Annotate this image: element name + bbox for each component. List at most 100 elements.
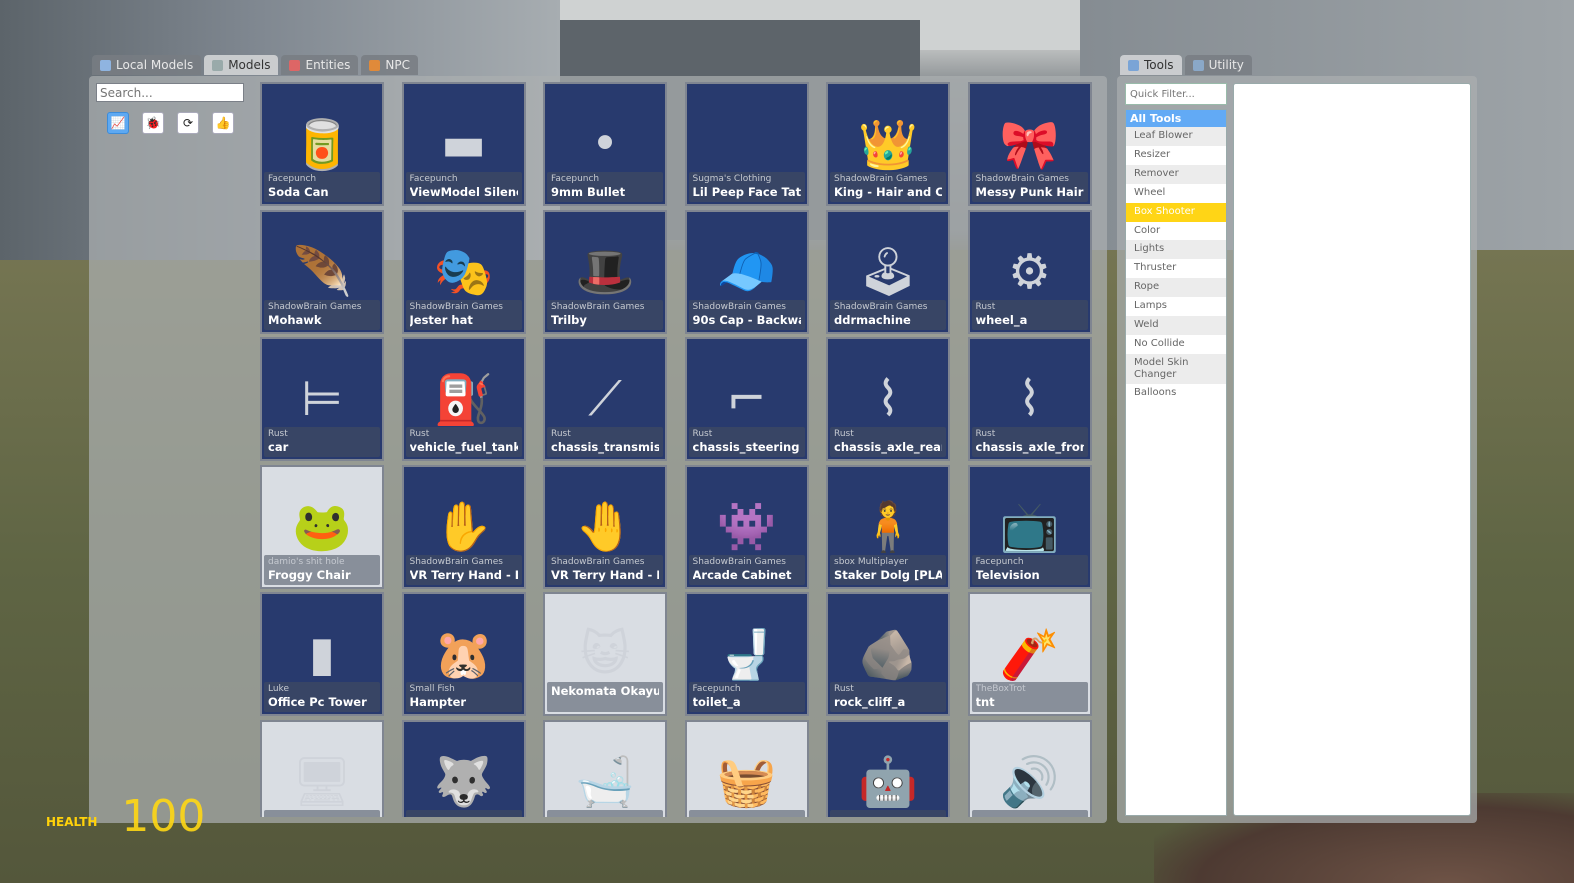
bug-filter-button[interactable]: 🐞 (142, 112, 164, 134)
tab-npc[interactable]: NPC (361, 55, 418, 75)
model-author: ShadowBrain Games (409, 301, 503, 312)
model-name: Trilby (551, 312, 587, 327)
model-tile[interactable]: 🛁 (543, 719, 667, 817)
model-tile[interactable]: 🪨 Rust rock_cliff_a (826, 592, 950, 716)
tool-item[interactable]: Box Shooter (1126, 202, 1226, 222)
model-name: tnt (975, 695, 995, 709)
tab-local-models[interactable]: Local Models (92, 55, 202, 75)
model-author: Facepunch (268, 174, 317, 184)
model-thumbnail-glyph: 🥫 (292, 116, 352, 173)
model-tile[interactable]: Sugma's ClothingLil Peep Face Tattoo (684, 82, 809, 206)
model-tile[interactable]: 🎀 ShadowBrain Games Messy Punk Hair (967, 82, 1092, 206)
model-caption: Rust rock_cliff_a (830, 682, 946, 712)
refresh-icon: ⟳ (182, 116, 194, 130)
model-thumbnail-glyph: 🖥 (291, 754, 353, 810)
tool-category-all-tools[interactable]: All Tools (1126, 110, 1226, 127)
model-tile[interactable]: 🔊 (967, 719, 1092, 817)
model-tile[interactable]: 🧢ShadowBrain Games90s Cap - Backwards (684, 209, 809, 334)
model-tile[interactable]: ⟋Rustchassis_transmission (543, 337, 667, 461)
model-tile[interactable]: 🎭 ShadowBrain Games Jester hat (401, 209, 526, 334)
tool-item[interactable]: Leaf Blower (1126, 127, 1226, 146)
model-name: Staker Dolg [PLAYER] (834, 567, 942, 582)
tab-utility[interactable]: Utility (1184, 55, 1252, 75)
tab-entities[interactable]: Entities (281, 55, 359, 75)
tool-item[interactable]: Lamps (1126, 297, 1226, 316)
model-thumbnail-glyph: 🐸 (292, 499, 352, 555)
model-tile[interactable]: ⌇ Rust chassis_axle_front (967, 337, 1092, 461)
model-name: wheel_a (975, 312, 1028, 327)
model-tile[interactable]: 🧍sbox MultiplayerStaker Dolg [PLAYER] (826, 464, 950, 589)
model-name: ddrmachine (834, 312, 911, 327)
tool-item[interactable]: Remover (1126, 164, 1226, 184)
tool-item[interactable]: Thruster (1126, 259, 1226, 278)
model-author: ShadowBrain Games (692, 301, 786, 312)
refresh-filter-button[interactable]: ⟳ (177, 112, 199, 134)
model-caption: Facepunch Television (971, 554, 1088, 585)
model-tile[interactable]: 🤚ShadowBrain GamesVR Terry Hand - Right (543, 464, 667, 589)
model-thumbnail-glyph: 👾 (716, 499, 777, 555)
model-tile[interactable]: ⛽ Rust vehicle_fuel_tank (401, 337, 526, 461)
model-tile[interactable]: ⌐ Rust chassis_steering (684, 337, 809, 461)
model-thumbnail-glyph: 🧢 (716, 244, 777, 300)
model-thumbnail-glyph: 🔊 (999, 754, 1060, 810)
tool-item[interactable]: Rope (1126, 278, 1226, 298)
model-caption (547, 809, 663, 817)
tool-item[interactable]: Wheel (1126, 184, 1226, 203)
model-thumbnail: 🐺 (404, 722, 524, 818)
model-tile[interactable]: 🖥 (260, 719, 384, 817)
model-tile[interactable]: 🕹 ShadowBrain Games ddrmachine (826, 209, 950, 334)
model-tile[interactable]: ▬FacepunchViewModel Silencer (401, 82, 526, 206)
model-caption: damio's shit hole Froggy Chair (264, 554, 380, 585)
model-tile[interactable]: 🐸 damio's shit hole Froggy Chair (260, 464, 384, 589)
model-tile[interactable]: 🐹 Small Fish Hampter (401, 592, 526, 716)
entity-icon (289, 59, 301, 71)
model-thumbnail-glyph: 🪨 (858, 626, 918, 683)
thumbs-up-filter-button[interactable]: 👍 (212, 112, 234, 134)
model-tile[interactable]: 🧺 (684, 719, 809, 817)
model-thumbnail-glyph: ⊨ (301, 371, 343, 427)
model-author: ShadowBrain Games (692, 556, 786, 567)
tool-item[interactable]: Lights (1126, 240, 1226, 260)
model-tile[interactable]: 🐺 (401, 719, 526, 818)
tab-models[interactable]: Models (204, 55, 279, 75)
model-tile[interactable]: ✋ShadowBrain GamesVR Terry Hand - Left (401, 464, 526, 589)
tool-item[interactable]: Color (1126, 222, 1226, 241)
model-thumbnail-glyph: ⌇ (876, 371, 900, 427)
tool-item[interactable]: Model Skin Changer (1126, 353, 1226, 384)
search-input[interactable] (96, 83, 244, 102)
model-tile[interactable]: 👾 ShadowBrain Games Arcade Cabinet (684, 464, 809, 589)
model-thumbnail-glyph: 🚽 (716, 626, 777, 683)
model-tile[interactable]: 😺 Nekomata Okayu (543, 592, 667, 716)
model-tile[interactable]: 🎩 ShadowBrain Games Trilby (543, 209, 667, 334)
model-tile[interactable]: 🪶 ShadowBrain Games Mohawk (260, 209, 384, 334)
tool-item[interactable]: Balloons (1126, 384, 1226, 403)
model-tile[interactable]: 🥫 Facepunch Soda Can (260, 82, 384, 206)
model-tile[interactable]: 🤖 (826, 719, 950, 817)
model-name: vehicle_fuel_tank (409, 440, 518, 454)
tool-item[interactable]: Resizer (1126, 146, 1226, 165)
model-tile[interactable]: 🧨 TheBoxTrot tnt (967, 592, 1092, 716)
model-caption: Rust chassis_axle_front (971, 427, 1088, 457)
model-name: chassis_axle_rear (834, 440, 942, 454)
tool-filter-input[interactable] (1125, 83, 1227, 105)
tool-item[interactable]: Weld (1126, 316, 1226, 335)
model-tile[interactable]: ▮ Luke Office Pc Tower (260, 592, 384, 716)
model-tile[interactable]: • Facepunch 9mm Bullet (543, 82, 667, 206)
model-author: Rust (834, 429, 854, 439)
model-name: Mohawk (268, 312, 322, 327)
model-author: Rust (268, 429, 288, 439)
tab-tools[interactable]: Tools (1120, 55, 1182, 75)
model-name: Office Pc Tower (268, 695, 367, 709)
model-tile[interactable]: 🚽 Facepunch toilet_a (684, 592, 809, 716)
model-author: ShadowBrain Games (409, 556, 503, 567)
tool-item[interactable]: No Collide (1126, 335, 1226, 354)
model-tile[interactable]: ⚙ Rust wheel_a (967, 209, 1092, 334)
tool-items: Leaf Blower Resizer Remover Wheel Box Shoote… (1126, 127, 1226, 403)
model-author: Rust (975, 429, 996, 439)
model-name: Lil Peep Face Tattoo (692, 185, 801, 199)
model-tile[interactable]: ⌇ Rust chassis_axle_rear (826, 337, 950, 461)
model-tile[interactable]: ⊨ Rust car (260, 337, 384, 461)
model-tile[interactable]: 👑ShadowBrain GamesKing - Hair and Crown (826, 82, 950, 206)
trending-filter-button[interactable]: 📈 (107, 112, 129, 134)
model-tile[interactable]: 📺 Facepunch Television (967, 464, 1092, 589)
